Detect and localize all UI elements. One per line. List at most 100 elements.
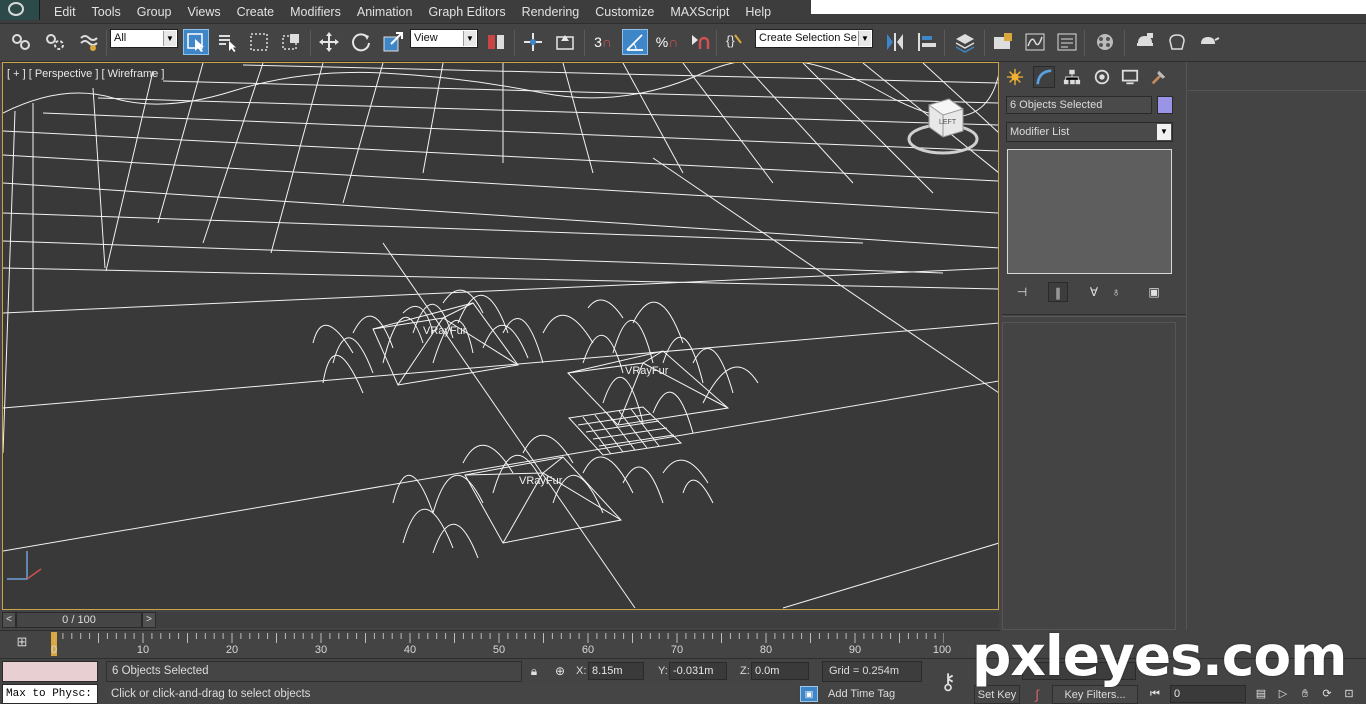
- application-button[interactable]: [0, 0, 40, 20]
- select-and-move-icon[interactable]: [316, 29, 342, 55]
- window-crossing-icon[interactable]: [278, 29, 304, 55]
- toolbar-separator: [716, 30, 717, 56]
- perspective-viewport[interactable]: [ + ] [ Perspective ] [ Wireframe ] VRay…: [2, 62, 999, 610]
- menu-modifiers[interactable]: Modifiers: [282, 4, 349, 20]
- key-mode-field[interactable]: [1022, 662, 1136, 680]
- bind-to-space-warp-icon[interactable]: [76, 29, 102, 55]
- key-icon[interactable]: ⚷: [928, 661, 968, 703]
- default-tangents-icon[interactable]: ∫: [1026, 686, 1048, 703]
- reference-coordinate-dropdown[interactable]: View ▼: [410, 29, 478, 48]
- show-end-result-icon[interactable]: ∥: [1048, 282, 1068, 302]
- create-icon[interactable]: [1004, 66, 1026, 88]
- maximize-viewport-icon[interactable]: ⊡: [1340, 685, 1358, 703]
- hierarchy-icon[interactable]: [1061, 66, 1083, 88]
- select-and-manipulate-icon[interactable]: [520, 29, 546, 55]
- menu-views[interactable]: Views: [179, 4, 228, 20]
- object-name-field[interactable]: 6 Objects Selected: [1006, 96, 1152, 114]
- modifier-stack[interactable]: [1007, 149, 1172, 274]
- select-and-rotate-icon[interactable]: [348, 29, 374, 55]
- select-and-link-icon[interactable]: [8, 29, 34, 55]
- pan-view-icon[interactable]: ✋︎: [1296, 685, 1314, 703]
- select-and-scale-icon[interactable]: [380, 29, 406, 55]
- viewcube: [907, 98, 979, 155]
- toolbar-separator: [514, 30, 515, 56]
- use-pivot-point-center-icon[interactable]: [483, 29, 509, 55]
- edit-named-selection-sets-icon[interactable]: {}: [722, 29, 748, 55]
- pin-stack-icon[interactable]: ⊣: [1012, 282, 1032, 302]
- remove-modifier-icon[interactable]: ♁: [1106, 282, 1126, 302]
- menu-items: Edit Tools Group Views Create Modifiers …: [46, 4, 779, 20]
- menu-animation[interactable]: Animation: [349, 4, 421, 20]
- motion-icon[interactable]: [1091, 66, 1113, 88]
- time-tag-icon[interactable]: ▣: [800, 686, 818, 702]
- display-icon[interactable]: [1119, 66, 1141, 88]
- named-selection-sets-dropdown[interactable]: Create Selection Se ▼: [755, 29, 873, 48]
- time-configuration-icon[interactable]: ▤: [1252, 685, 1270, 703]
- toolbar-separator: [1124, 30, 1125, 56]
- render-setup-icon[interactable]: [1132, 29, 1158, 55]
- make-unique-icon[interactable]: ∀: [1084, 282, 1104, 302]
- y-coordinate-field[interactable]: -0.031m: [669, 662, 727, 680]
- unlink-selection-icon[interactable]: [42, 29, 68, 55]
- menu-help[interactable]: Help: [737, 4, 779, 20]
- current-frame-field[interactable]: 0: [1170, 685, 1246, 703]
- add-time-tag-button[interactable]: Add Time Tag: [822, 685, 922, 704]
- menu-customize[interactable]: Customize: [587, 4, 662, 20]
- viewport-label[interactable]: [ + ] [ Perspective ] [ Wireframe ]: [7, 68, 164, 80]
- set-key-button[interactable]: Set Key: [974, 685, 1020, 704]
- spinner-snap-toggle-icon[interactable]: [686, 29, 712, 55]
- configure-modifier-sets-icon[interactable]: ▣: [1144, 282, 1164, 302]
- open-mini-curve-editor-icon[interactable]: ⊞: [12, 634, 32, 652]
- menu-maxscript[interactable]: MAXScript: [662, 4, 737, 20]
- menu-tools[interactable]: Tools: [84, 4, 129, 20]
- vrayfur-label: VRayFur: [625, 365, 669, 377]
- modifier-list-dropdown[interactable]: Modifier List ▼: [1006, 122, 1173, 142]
- rendered-frame-window-icon[interactable]: [1164, 29, 1190, 55]
- main-toolbar: All ▼ View ▼ 3 ∩ % ∩ {} Create Selection…: [0, 24, 1366, 62]
- named-selection-sets-value: Create Selection Se: [759, 32, 857, 44]
- curve-editor-icon[interactable]: [1022, 29, 1048, 55]
- menu-rendering[interactable]: Rendering: [514, 4, 588, 20]
- material-editor-icon[interactable]: [1092, 29, 1118, 55]
- toolbar-separator: [984, 30, 985, 56]
- rectangular-selection-icon[interactable]: [246, 29, 272, 55]
- absolute-mode-transform-icon[interactable]: ⊕: [552, 663, 568, 679]
- menu-create[interactable]: Create: [229, 4, 283, 20]
- status-bar: Max to Physc: 6 Objects Selected Click o…: [0, 658, 1366, 704]
- modify-icon[interactable]: [1033, 66, 1055, 88]
- next-frame-button[interactable]: >: [142, 612, 156, 628]
- snaps-toggle-icon[interactable]: 3 ∩: [590, 29, 616, 55]
- previous-frame-button[interactable]: <: [2, 612, 16, 628]
- play-icon[interactable]: ▷: [1274, 685, 1292, 703]
- graphite-modeling-icon[interactable]: [990, 29, 1016, 55]
- menu-graph-editors[interactable]: Graph Editors: [420, 4, 513, 20]
- time-slider-thumb[interactable]: 0 / 100: [16, 612, 142, 628]
- lock-icon[interactable]: 🔒︎: [526, 663, 542, 679]
- render-production-icon[interactable]: [1196, 29, 1222, 55]
- select-object-icon[interactable]: [183, 29, 209, 55]
- angle-snap-toggle-icon[interactable]: [622, 29, 648, 55]
- utilities-icon[interactable]: [1148, 66, 1170, 88]
- maxscript-mini-listener[interactable]: Max to Physc:: [2, 684, 98, 704]
- layer-manager-icon[interactable]: [952, 29, 978, 55]
- viewcube-face-label[interactable]: LEFT: [939, 119, 956, 126]
- keyboard-shortcut-override-icon[interactable]: [552, 29, 578, 55]
- mirror-icon[interactable]: [882, 29, 908, 55]
- select-by-name-icon[interactable]: [214, 29, 240, 55]
- menu-group[interactable]: Group: [129, 4, 180, 20]
- percent-snap-toggle-icon[interactable]: % ∩: [654, 29, 680, 55]
- x-coordinate-field[interactable]: 8.15m: [588, 662, 644, 680]
- key-filters-button[interactable]: Key Filters...: [1052, 685, 1138, 704]
- maxscript-listener-output[interactable]: [2, 661, 98, 682]
- object-color-swatch[interactable]: [1157, 96, 1173, 114]
- go-to-start-icon[interactable]: ⏮: [1146, 685, 1164, 703]
- z-coordinate-field[interactable]: 0.0m: [751, 662, 809, 680]
- schematic-view-icon[interactable]: [1054, 29, 1080, 55]
- menu-edit[interactable]: Edit: [46, 4, 84, 20]
- toolbar-separator: [310, 30, 311, 56]
- orbit-icon[interactable]: ⟳: [1318, 685, 1336, 703]
- align-icon[interactable]: [914, 29, 940, 55]
- track-bar[interactable]: ⊞ 0 10 20 30 40 50 60 70 80 90 100: [0, 630, 1000, 658]
- time-slider[interactable]: < 0 / 100 >: [2, 612, 999, 628]
- selection-filter-dropdown[interactable]: All ▼: [110, 29, 178, 48]
